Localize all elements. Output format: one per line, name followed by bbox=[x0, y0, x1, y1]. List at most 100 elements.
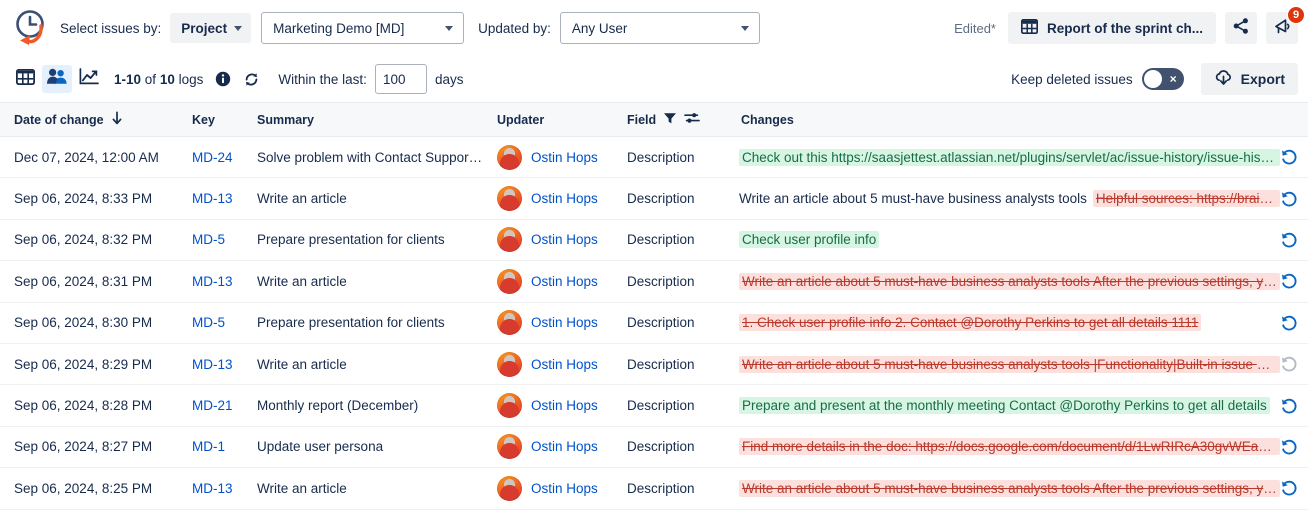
issue-key-link[interactable]: MD-13 bbox=[192, 191, 233, 206]
updater-name-link[interactable]: Ostin Hops bbox=[531, 398, 598, 413]
avatar bbox=[497, 434, 522, 460]
change-added-text: Prepare and present at the monthly meeti… bbox=[739, 397, 1270, 415]
issue-key-link[interactable]: MD-13 bbox=[192, 274, 233, 289]
avatar bbox=[497, 475, 522, 501]
updater-name-link[interactable]: Ostin Hops bbox=[531, 481, 598, 496]
cell-key: MD-5 bbox=[186, 302, 251, 344]
grouping-select[interactable]: Project bbox=[170, 13, 252, 43]
cell-changes: Write an article about 5 must-have busin… bbox=[733, 467, 1308, 510]
table-grid-icon bbox=[1020, 18, 1039, 37]
avatar bbox=[497, 227, 522, 253]
revert-icon[interactable] bbox=[1280, 190, 1302, 208]
column-header-date[interactable]: Date of change bbox=[0, 102, 186, 137]
chart-view-icon bbox=[79, 68, 99, 90]
cell-field: Description bbox=[621, 384, 733, 427]
updater-name-link[interactable]: Ostin Hops bbox=[531, 439, 598, 454]
revert-icon[interactable] bbox=[1280, 438, 1302, 456]
table-view-icon bbox=[15, 68, 35, 90]
summary-text: Prepare presentation for clients bbox=[257, 232, 445, 248]
issue-key-link[interactable]: MD-13 bbox=[192, 481, 233, 496]
table-row[interactable]: Sep 06, 2024, 8:31 PM MD-13 Write an art… bbox=[0, 260, 1308, 303]
column-header-date-label: Date of change bbox=[14, 112, 104, 127]
days-input[interactable] bbox=[374, 64, 427, 94]
issue-key-link[interactable]: MD-24 bbox=[192, 150, 233, 165]
report-select-button[interactable]: Report of the sprint ch... bbox=[1007, 12, 1216, 44]
share-button[interactable] bbox=[1225, 12, 1257, 44]
issue-key-link[interactable]: MD-13 bbox=[192, 357, 233, 372]
issue-key-link[interactable]: MD-21 bbox=[192, 398, 233, 413]
filter-toolbar: 1-10 of 10 logs Within the last: days Ke… bbox=[0, 56, 1308, 102]
table-row[interactable]: Sep 06, 2024, 8:33 PM MD-13 Write an art… bbox=[0, 177, 1308, 220]
updater-name-link[interactable]: Ostin Hops bbox=[531, 357, 598, 372]
updater-name-link[interactable]: Ostin Hops bbox=[531, 274, 598, 289]
keep-deleted-toggle[interactable]: × bbox=[1141, 68, 1184, 90]
project-select[interactable]: Marketing Demo [MD] bbox=[261, 12, 465, 44]
log-count-range: 1-10 bbox=[114, 71, 142, 87]
revert-icon[interactable] bbox=[1280, 479, 1302, 497]
updater-name-link[interactable]: Ostin Hops bbox=[531, 315, 598, 330]
updated-by-select-value: Any User bbox=[571, 20, 628, 36]
cell-date: Dec 07, 2024, 12:00 AM bbox=[0, 136, 186, 179]
column-header-changes[interactable]: Changes bbox=[733, 102, 1308, 137]
log-count-unit: logs bbox=[178, 71, 204, 87]
column-header-field-label: Field bbox=[627, 112, 657, 127]
days-unit-label: days bbox=[434, 71, 464, 87]
revert-icon[interactable] bbox=[1280, 272, 1302, 290]
updater-name-link[interactable]: Ostin Hops bbox=[531, 150, 598, 165]
cell-date: Sep 06, 2024, 8:33 PM bbox=[0, 177, 186, 220]
table-header-row: Date of change Key Summary Updater Field… bbox=[0, 102, 1308, 137]
issue-key-link[interactable]: MD-1 bbox=[192, 439, 225, 454]
table-row[interactable]: Sep 06, 2024, 8:29 PM MD-13 Write an art… bbox=[0, 343, 1308, 386]
view-mode-table-button[interactable] bbox=[10, 65, 40, 93]
summary-text: Write an article bbox=[257, 273, 347, 289]
cell-key: MD-24 bbox=[186, 136, 251, 179]
updater-name-link[interactable]: Ostin Hops bbox=[531, 232, 598, 247]
column-header-summary[interactable]: Summary bbox=[251, 102, 491, 137]
export-button[interactable]: Export bbox=[1200, 63, 1298, 95]
column-header-key[interactable]: Key bbox=[186, 102, 251, 137]
column-header-field[interactable]: Field bbox=[621, 102, 733, 137]
cell-summary: Write an article bbox=[251, 467, 491, 510]
table-row[interactable]: Sep 06, 2024, 8:28 PM MD-21 Monthly repo… bbox=[0, 384, 1308, 427]
cell-date: Sep 06, 2024, 8:27 PM bbox=[0, 426, 186, 469]
cell-summary: Prepare presentation for clients bbox=[251, 302, 491, 344]
change-removed-text: Write an article about 5 must-have busin… bbox=[739, 355, 1280, 373]
revert-icon[interactable] bbox=[1280, 148, 1302, 166]
column-header-summary-label: Summary bbox=[257, 112, 314, 127]
view-mode-chart-button[interactable] bbox=[74, 65, 104, 93]
issue-key-link[interactable]: MD-5 bbox=[192, 315, 225, 330]
revert-icon[interactable] bbox=[1280, 231, 1302, 249]
top-toolbar: Select issues by: Project Marketing Demo… bbox=[0, 0, 1308, 56]
table-row[interactable]: Sep 06, 2024, 8:25 PM MD-13 Write an art… bbox=[0, 467, 1308, 510]
table-row[interactable]: Sep 06, 2024, 8:32 PM MD-5 Prepare prese… bbox=[0, 219, 1308, 262]
cell-summary: Solve problem with Contact Support F... bbox=[251, 136, 491, 179]
announcements-button[interactable]: 9 bbox=[1266, 6, 1305, 44]
cell-changes: Find more details in the doc: https://do… bbox=[733, 426, 1308, 469]
table-row[interactable]: Dec 07, 2024, 12:00 AM MD-24 Solve probl… bbox=[0, 136, 1308, 179]
updater-name-link[interactable]: Ostin Hops bbox=[531, 191, 598, 206]
log-count-of: of bbox=[144, 71, 157, 87]
sliders-icon[interactable] bbox=[684, 111, 700, 128]
view-mode-people-button[interactable] bbox=[42, 65, 72, 93]
updated-by-select[interactable]: Any User bbox=[559, 12, 760, 44]
refresh-icon[interactable] bbox=[243, 71, 260, 88]
revert-icon[interactable] bbox=[1280, 314, 1302, 332]
revert-icon[interactable] bbox=[1280, 397, 1302, 415]
issue-key-link[interactable]: MD-5 bbox=[192, 232, 225, 247]
within-last-label: Within the last: bbox=[278, 71, 367, 87]
table-row[interactable]: Sep 06, 2024, 8:30 PM MD-5 Prepare prese… bbox=[0, 302, 1308, 344]
funnel-icon[interactable] bbox=[663, 111, 677, 128]
change-removed-text: Write an article about 5 must-have busin… bbox=[739, 479, 1280, 497]
summary-text: Write an article bbox=[257, 356, 347, 372]
cell-updater: Ostin Hops bbox=[491, 426, 621, 469]
cell-changes: Prepare and present at the monthly meeti… bbox=[733, 384, 1308, 427]
table-row[interactable]: Sep 06, 2024, 8:27 PM MD-1 Update user p… bbox=[0, 426, 1308, 469]
column-header-updater[interactable]: Updater bbox=[491, 102, 621, 137]
cell-summary: Prepare presentation for clients bbox=[251, 219, 491, 262]
export-label: Export bbox=[1240, 71, 1285, 87]
cell-key: MD-13 bbox=[186, 177, 251, 220]
change-added-text: Check user profile info bbox=[739, 231, 880, 249]
cell-key: MD-5 bbox=[186, 219, 251, 262]
revert-icon bbox=[1280, 355, 1302, 373]
info-icon[interactable] bbox=[215, 71, 231, 87]
